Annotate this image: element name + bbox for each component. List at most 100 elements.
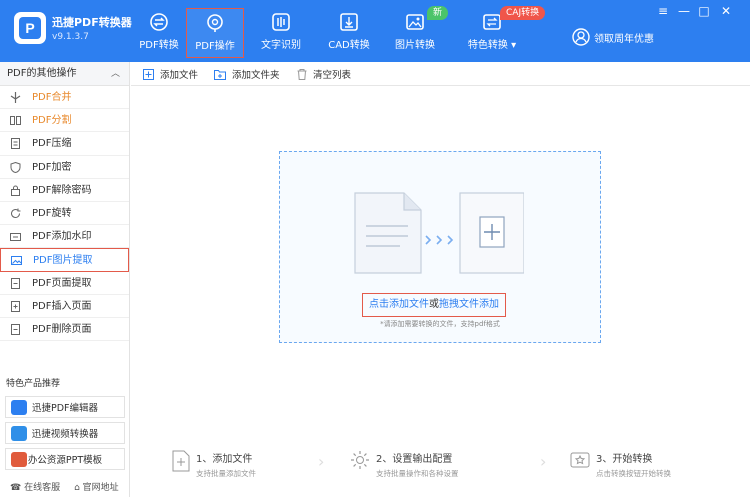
step-desc: 支持批量操作和各种设置 — [376, 469, 459, 478]
lock-icon — [11, 185, 20, 196]
home-icon: ⌂ — [74, 483, 83, 493]
step-add-file: 1、添加文件 支持批量添加文件 — [172, 450, 256, 479]
convert-star-icon — [570, 452, 590, 468]
online-service-link[interactable]: ☎ 在线客服 — [10, 480, 60, 493]
page-extract-icon — [11, 277, 20, 289]
add-file-links: 点击添加文件或拖拽文件添加 — [362, 293, 506, 317]
sidebar-item-compress[interactable]: PDF压缩 — [0, 132, 129, 156]
online-service-label: 在线客服 — [24, 483, 61, 493]
clear-list-button[interactable]: 清空列表 — [297, 67, 351, 81]
add-file-button[interactable]: 添加文件 — [143, 67, 198, 81]
app-name: 迅捷PDF转换器 — [52, 16, 132, 29]
delete-page-icon — [11, 323, 20, 335]
image-icon — [406, 14, 424, 30]
recommend-label: 办公资源PPT模板 — [27, 455, 103, 466]
recommend-pdf-editor[interactable]: 迅捷PDF编辑器 — [5, 396, 125, 418]
close-icon[interactable]: ✕ — [719, 4, 733, 18]
drag-add-link[interactable]: 拖拽文件添加 — [439, 299, 499, 310]
sidebar-item-label: PDF分割 — [32, 115, 72, 127]
recommend-label: 迅捷视频转换器 — [31, 429, 99, 440]
step-desc: 支持批量添加文件 — [196, 469, 256, 478]
nav-label: 文字识别 — [261, 40, 301, 51]
step-title: 1、添加文件 — [196, 454, 253, 465]
step-title: 3、开始转换 — [596, 454, 653, 465]
operate-icon — [207, 14, 223, 32]
sidebar: PDF的其他操作 ︿ PDF合并 PDF分割 PDF压缩 PDF加密 PDF解除… — [0, 62, 130, 497]
sidebar-item-label: PDF旋转 — [32, 207, 72, 219]
sidebar-item-label: PDF页面提取 — [32, 277, 92, 289]
watermark-icon — [10, 233, 21, 242]
website-link[interactable]: ⌂ 官网地址 — [74, 480, 119, 493]
merge-icon — [10, 92, 21, 103]
nav-label: CAD转换 — [328, 40, 370, 51]
sidebar-item-image-extract[interactable]: PDF图片提取 — [0, 248, 129, 272]
step-desc: 点击转换按钮开始转换 — [596, 469, 671, 478]
sidebar-item-label: PDF删除页面 — [32, 323, 92, 335]
sidebar-item-label: PDF加密 — [32, 161, 72, 173]
sidebar-item-delete-page[interactable]: PDF删除页面 — [0, 318, 129, 342]
sidebar-item-insert-page[interactable]: PDF插入页面 — [0, 295, 129, 318]
step-title: 2、设置输出配置 — [376, 454, 453, 465]
trash-icon — [297, 68, 307, 80]
insert-page-icon — [11, 300, 20, 312]
compress-icon — [11, 138, 20, 150]
add-folder-icon — [214, 69, 226, 80]
split-icon — [10, 116, 21, 126]
toolbar: 添加文件 添加文件夹 清空列表 — [131, 62, 750, 86]
app-logo-letter: P — [19, 17, 41, 39]
promo-button[interactable]: 领取周年优惠 — [572, 28, 654, 46]
sidebar-item-split[interactable]: PDF分割 — [0, 109, 129, 133]
recommend-ppt-template[interactable]: 办公资源PPT模板 — [5, 448, 125, 470]
or-text: 或 — [429, 299, 439, 310]
chevron-right-icon: › — [540, 452, 547, 471]
step-start-convert: 3、开始转换点击转换按钮开始转换 — [570, 450, 671, 479]
nav-label: PDF转换 — [139, 40, 179, 51]
sidebar-item-page-extract[interactable]: PDF页面提取 — [0, 272, 129, 295]
recommend-video-converter[interactable]: 迅捷视频转换器 — [5, 422, 125, 444]
sidebar-item-decrypt[interactable]: PDF解除密码 — [0, 179, 129, 202]
convert-icon — [150, 13, 168, 31]
chevron-right-icon: › — [318, 452, 325, 471]
pdf-editor-icon — [11, 400, 27, 415]
nav-cad-convert[interactable]: CAD转换 — [320, 8, 378, 58]
sidebar-item-label: PDF压缩 — [32, 138, 72, 150]
add-file-label: 添加文件 — [160, 70, 199, 81]
nav-label: 图片转换 — [395, 40, 435, 51]
headset-icon: ☎ — [10, 483, 25, 493]
nav-ocr[interactable]: 文字识别 — [252, 8, 310, 58]
app-version: v9.1.3.7 — [52, 32, 89, 42]
sidebar-item-rotate[interactable]: PDF旋转 — [0, 202, 129, 226]
cad-icon — [340, 13, 358, 31]
sidebar-item-label: PDF图片提取 — [33, 255, 93, 267]
rotate-icon — [11, 208, 21, 218]
sidebar-header-label: PDF的其他操作 — [7, 68, 77, 79]
recommend-label: 迅捷PDF编辑器 — [31, 403, 98, 414]
maximize-icon[interactable]: □ — [697, 4, 711, 18]
sidebar-item-watermark[interactable]: PDF添加水印 — [0, 225, 129, 249]
add-folder-button[interactable]: 添加文件夹 — [214, 67, 280, 81]
click-add-link[interactable]: 点击添加文件 — [369, 299, 429, 310]
app-logo: P — [14, 12, 46, 44]
sidebar-item-encrypt[interactable]: PDF加密 — [0, 156, 129, 179]
website-label: 官网地址 — [82, 483, 119, 493]
menu-icon[interactable]: ≡ — [656, 4, 670, 18]
image-icon — [11, 256, 22, 266]
add-file-icon — [143, 68, 154, 80]
nav-label: PDF操作 — [195, 41, 235, 52]
step-output-config: 2、设置输出配置 支持批量操作和各种设置 — [350, 450, 459, 479]
nav-pdf-convert[interactable]: PDF转换 — [130, 8, 188, 58]
nav-pdf-operate[interactable]: PDF操作 — [186, 8, 244, 58]
file-dropzone[interactable]: 点击添加文件或拖拽文件添加 *请添加需要转换的文件，支持pdf格式 — [279, 151, 601, 343]
sidebar-footer: ☎ 在线客服 ⌂ 官网地址 — [10, 480, 119, 493]
sidebar-item-label: PDF解除密码 — [32, 184, 92, 196]
gear-icon — [351, 451, 369, 469]
sidebar-item-label: PDF合并 — [32, 92, 72, 103]
add-folder-label: 添加文件夹 — [232, 70, 280, 81]
user-icon — [572, 28, 590, 46]
add-file-step-icon — [172, 450, 190, 472]
sidebar-item-merge[interactable]: PDF合并 — [0, 86, 129, 110]
minimize-icon[interactable]: — — [677, 4, 691, 18]
special-convert-icon — [483, 14, 501, 30]
sidebar-item-label: PDF添加水印 — [32, 231, 92, 243]
sidebar-header[interactable]: PDF的其他操作 ︿ — [0, 62, 129, 86]
